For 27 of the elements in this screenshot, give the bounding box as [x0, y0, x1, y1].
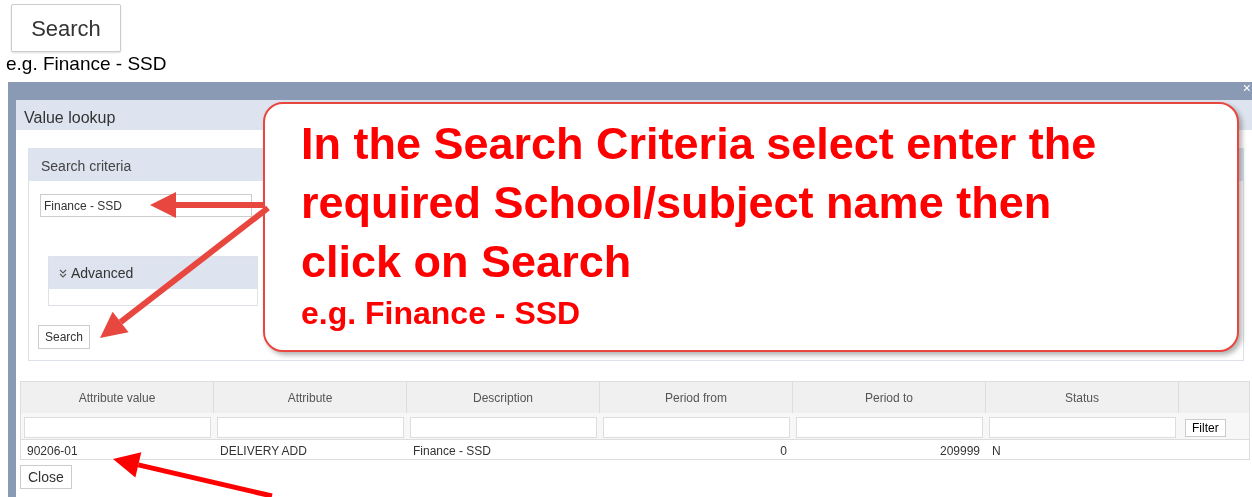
filter-field[interactable] [410, 417, 597, 438]
close-button[interactable]: Close [20, 465, 72, 489]
filter-field[interactable] [24, 417, 211, 438]
filter-field[interactable] [217, 417, 404, 438]
table-cell: 209999 [939, 444, 980, 458]
table-cell: 90206-01 [27, 444, 78, 458]
filter-field[interactable] [603, 417, 790, 438]
table-cell: N [992, 444, 1001, 458]
column-header[interactable]: Description [407, 382, 600, 413]
search-button[interactable]: Search [11, 4, 121, 52]
column-header[interactable]: Attribute value [21, 382, 214, 413]
filter-field[interactable] [989, 417, 1176, 438]
table-cell: DELIVERY ADD [220, 444, 307, 458]
search-button[interactable]: Search [38, 325, 91, 349]
filter-field[interactable] [796, 417, 983, 438]
column-header[interactable]: Period from [600, 382, 793, 413]
column-header[interactable]: Status [986, 382, 1179, 413]
advanced-toggle[interactable]: Advanced [49, 257, 257, 289]
filter-button[interactable]: Filter [1185, 419, 1226, 437]
caption-text: e.g. Finance - SSD [6, 52, 167, 76]
callout-note: e.g. Finance - SSD [301, 294, 581, 333]
table-cell: Finance - SSD [413, 444, 492, 458]
column-header[interactable]: Period to [793, 382, 986, 413]
chevron-down-icon [59, 268, 67, 278]
table-cell: 0 [780, 444, 787, 458]
column-header[interactable]: Attribute [214, 382, 407, 413]
callout-text: click on Search [301, 235, 632, 289]
